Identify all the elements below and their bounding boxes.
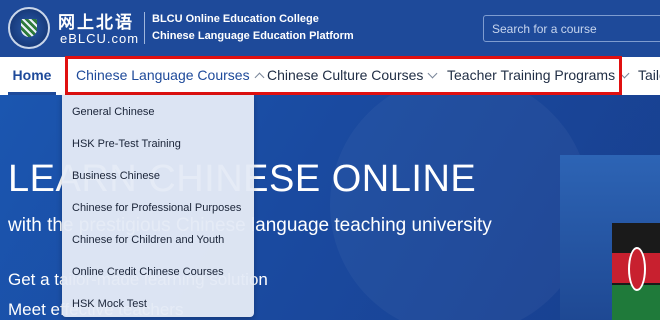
logo-chinese-text[interactable]: 网上北语 xyxy=(58,8,134,33)
search-input[interactable] xyxy=(483,15,660,42)
dropdown-item-professional-purposes[interactable]: Chinese for Professional Purposes xyxy=(62,195,254,227)
dropdown-item-hsk-pre-test-training[interactable]: HSK Pre-Test Training xyxy=(62,131,254,163)
site-header: 网上北语 eBLCU.com BLCU Online Education Col… xyxy=(0,0,660,57)
nav-home[interactable]: Home xyxy=(8,57,56,95)
header-divider xyxy=(144,12,145,44)
kenya-flag-image xyxy=(612,223,660,320)
university-emblem-icon[interactable] xyxy=(8,7,50,49)
dropdown-item-general-chinese[interactable]: General Chinese xyxy=(62,99,254,131)
chinese-language-courses-dropdown: General Chinese HSK Pre-Test Training Bu… xyxy=(62,95,254,317)
hero-decoration xyxy=(330,95,590,320)
highlight-annotation xyxy=(65,56,622,95)
dropdown-item-online-credit-courses[interactable]: Online Credit Chinese Courses xyxy=(62,259,254,291)
dropdown-item-children-youth[interactable]: Chinese for Children and Youth xyxy=(62,227,254,259)
nav-tailored[interactable]: Tailo xyxy=(638,57,660,95)
nav-home-label: Home xyxy=(12,67,52,83)
logo-english-text[interactable]: eBLCU.com xyxy=(60,31,139,46)
nav-label: Tailo xyxy=(638,67,660,83)
dropdown-item-hsk-mock-test[interactable]: HSK Mock Test xyxy=(62,291,254,320)
platform-name: Chinese Language Education Platform xyxy=(152,30,354,42)
dropdown-item-business-chinese[interactable]: Business Chinese xyxy=(62,163,254,195)
college-name: BLCU Online Education College xyxy=(152,13,319,25)
